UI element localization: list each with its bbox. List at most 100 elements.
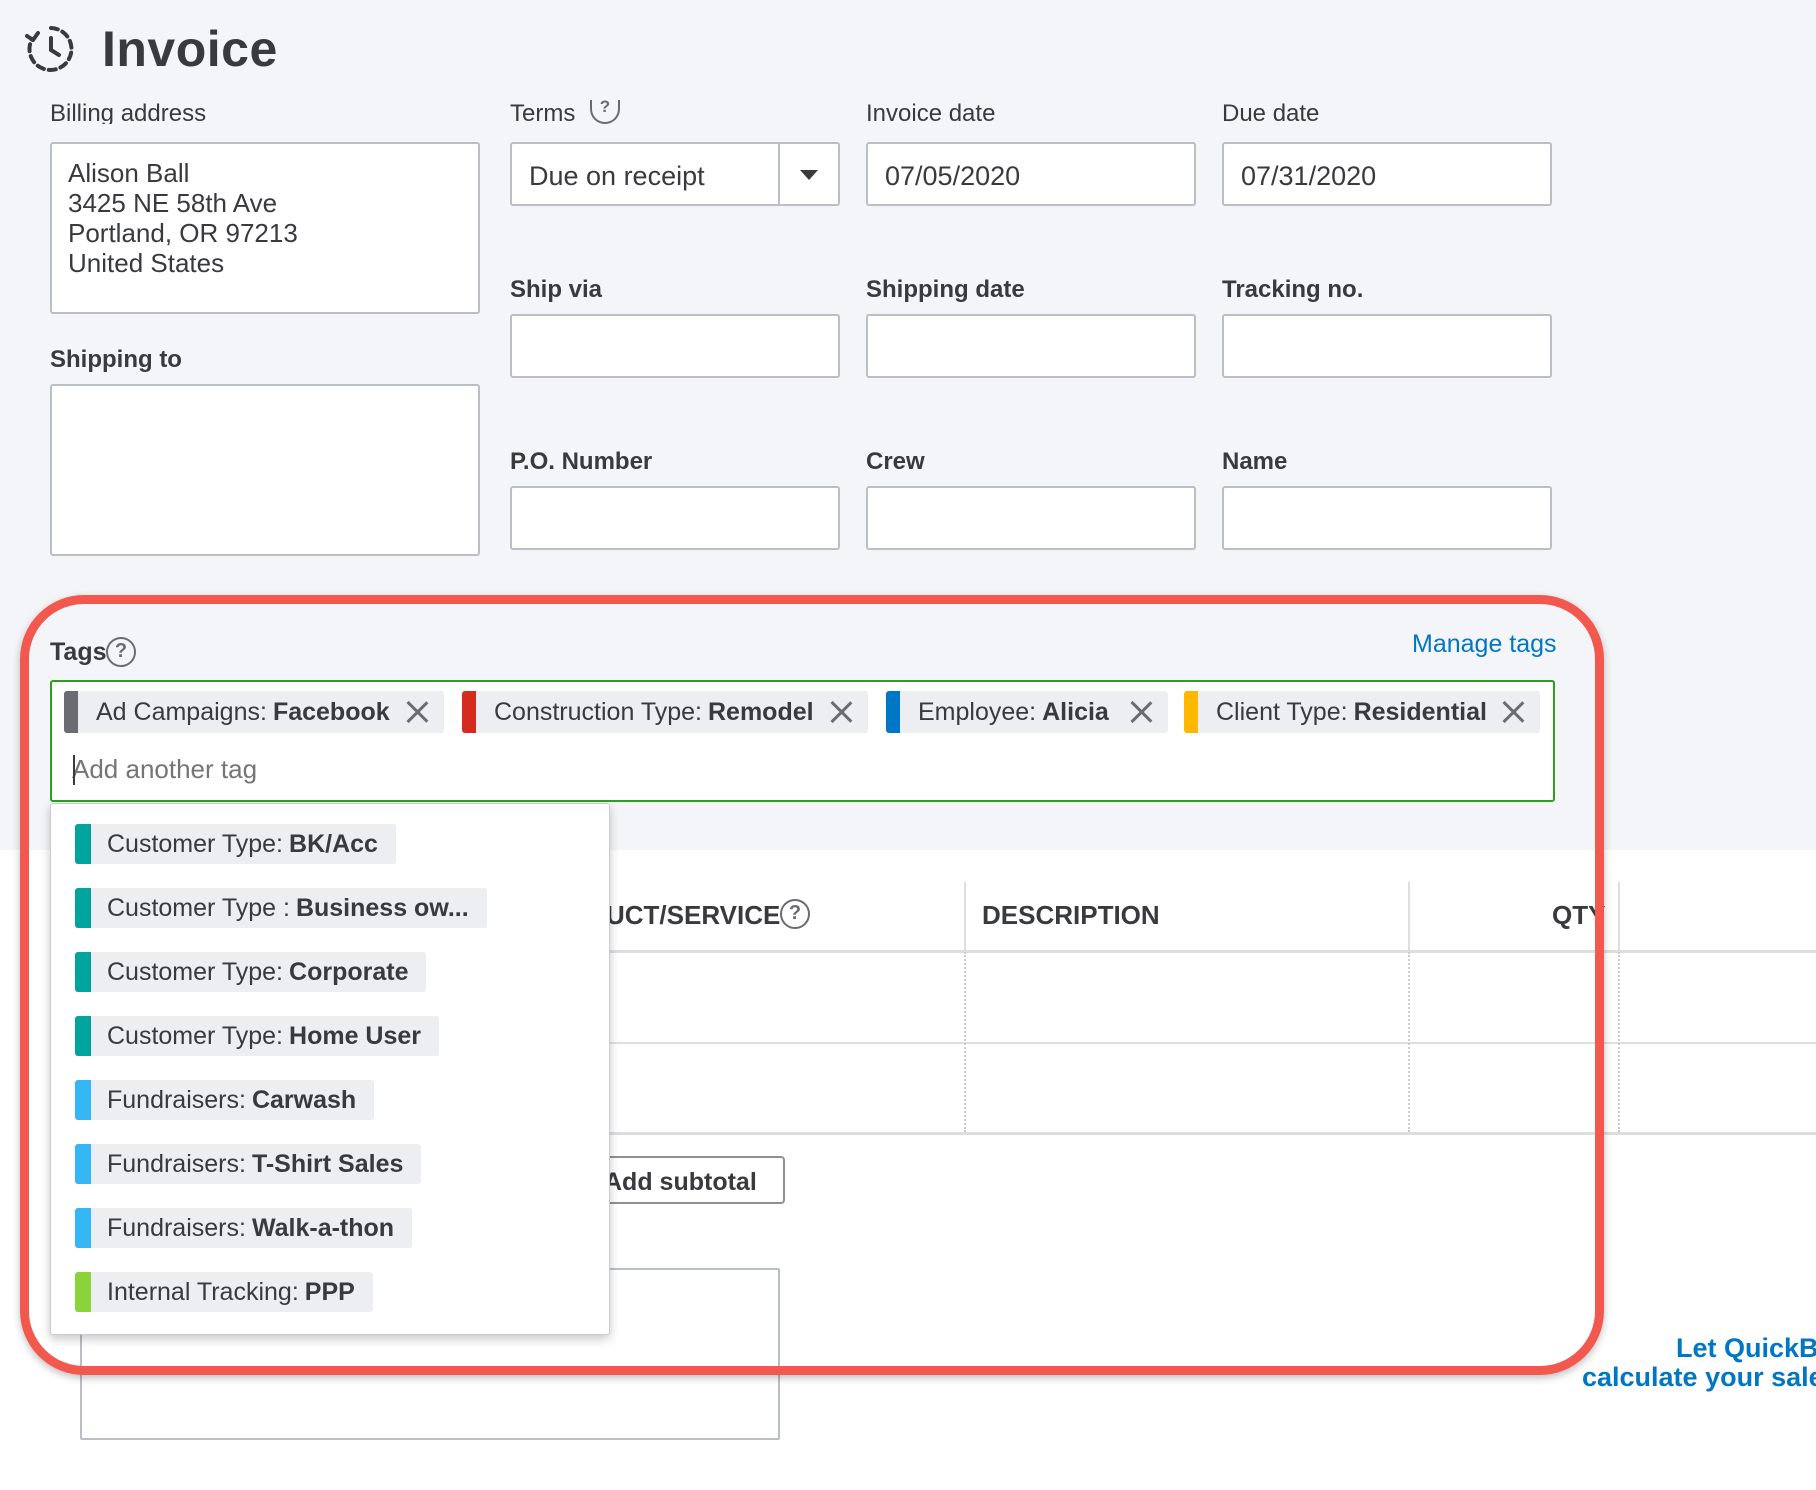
remove-tag-icon[interactable]	[1128, 699, 1154, 725]
column-header-description: DESCRIPTION	[982, 900, 1160, 930]
tag-color-bar	[64, 691, 78, 733]
address-line: 3425 NE 58th Ave	[68, 188, 278, 218]
tag-option[interactable]: Internal Tracking: PPP	[75, 1272, 373, 1312]
tag-color-bar	[462, 691, 476, 733]
po-number-label: P.O. Number	[510, 448, 653, 475]
tag-color-bar	[886, 691, 900, 733]
shipping-date-label: Shipping date	[866, 276, 1025, 303]
tag-option[interactable]: Customer Type : Business ow...	[75, 888, 487, 928]
tag-chip: Employee: Alicia	[886, 691, 1168, 733]
tag-option[interactable]: Customer Type: Corporate	[75, 952, 427, 992]
tag-group: Customer Type :	[107, 893, 290, 922]
due-date-value: 07/31/2020	[1241, 161, 1377, 191]
tag-option[interactable]: Fundraisers: Carwash	[75, 1080, 375, 1120]
column-divider	[1618, 952, 1620, 1132]
tag-color-bar	[75, 1016, 91, 1056]
billing-address-label: Billing address	[50, 100, 207, 124]
tag-option[interactable]: Customer Type: BK/Acc	[75, 824, 396, 864]
tag-value: Corporate	[289, 957, 409, 986]
tag-group: Customer Type:	[107, 957, 284, 986]
tag-color-bar	[75, 952, 91, 992]
tag-value: Remodel	[707, 697, 814, 726]
tag-color-bar	[75, 824, 91, 864]
tag-chip: Client Type: Residential	[1184, 691, 1540, 733]
remove-tag-icon[interactable]	[404, 699, 430, 725]
tag-value: Facebook	[272, 697, 390, 726]
tag-group: Fundraisers:	[107, 1085, 246, 1114]
tag-value: Carwash	[251, 1085, 357, 1114]
column-divider	[964, 952, 966, 1132]
tag-group: Construction Type:	[494, 697, 702, 726]
tag-group: Client Type:	[1216, 697, 1348, 726]
terms-value: Due on receipt	[529, 161, 705, 191]
tag-value: BK/Acc	[289, 829, 378, 858]
page-title: Invoice	[102, 21, 278, 77]
due-date-field[interactable]: 07/31/2020	[1222, 142, 1552, 206]
tag-option[interactable]: Fundraisers: T-Shirt Sales	[75, 1144, 422, 1184]
promo-line: calculate your sale	[1582, 1362, 1816, 1392]
tag-color-bar	[75, 1080, 91, 1120]
ship-via-label: Ship via	[510, 276, 603, 303]
text-caret	[73, 755, 75, 785]
address-line: Alison Ball	[68, 158, 190, 188]
tag-value: Business ow...	[295, 893, 469, 922]
tag-value: T-Shirt Sales	[251, 1149, 404, 1178]
invoice-date-value: 07/05/2020	[885, 161, 1021, 191]
tag-color-bar	[75, 888, 91, 928]
tag-group: Internal Tracking:	[107, 1277, 299, 1306]
shipping-date-field[interactable]	[866, 314, 1196, 378]
table-row-rule	[560, 1132, 1816, 1135]
tag-group: Fundraisers:	[107, 1213, 246, 1242]
tag-color-bar	[1184, 691, 1198, 733]
address-line: United States	[68, 248, 225, 278]
column-divider	[1408, 952, 1410, 1132]
remove-tag-icon[interactable]	[828, 699, 854, 725]
tracking-no-field[interactable]	[1222, 314, 1552, 378]
tag-chip: Construction Type: Remodel	[462, 691, 868, 733]
name-field[interactable]	[1222, 486, 1552, 550]
column-divider	[1408, 882, 1410, 950]
tags-help-icon[interactable]: ?	[106, 637, 136, 667]
sales-tax-promo[interactable]: Let QuickB calculate your sale	[1560, 1334, 1816, 1392]
tag-color-bar	[75, 1272, 91, 1312]
po-number-field[interactable]	[510, 486, 840, 550]
chevron-down-icon[interactable]	[800, 170, 818, 180]
promo-line: Let QuickB	[1676, 1333, 1816, 1363]
tag-value: Home User	[289, 1021, 422, 1050]
add-tag-input[interactable]	[72, 754, 672, 785]
tag-suggestions-dropdown: Customer Type: BK/Acc Customer Type : Busi…	[50, 803, 610, 1335]
tag-group: Employee:	[918, 697, 1037, 726]
manage-tags-link[interactable]: Manage tags	[1412, 630, 1557, 659]
invoice-date-label: Invoice date	[866, 100, 996, 124]
tag-group: Ad Campaigns:	[96, 697, 267, 726]
ship-via-field[interactable]	[510, 314, 840, 378]
recurring-clock-icon	[25, 26, 74, 72]
tracking-no-label: Tracking no.	[1222, 276, 1364, 303]
crew-field[interactable]	[866, 486, 1196, 550]
product-help-icon[interactable]: ?	[780, 899, 810, 929]
tags-label: Tags	[50, 638, 107, 666]
tag-color-bar	[75, 1144, 91, 1184]
add-subtotal-button[interactable]: Add subtotal	[590, 1156, 785, 1204]
invoice-date-field[interactable]: 07/05/2020	[866, 142, 1196, 206]
crew-label: Crew	[866, 448, 925, 475]
tag-group: Fundraisers:	[107, 1149, 246, 1178]
tag-color-bar	[75, 1208, 91, 1248]
tag-value: PPP	[304, 1277, 355, 1306]
tag-value: Alicia	[1042, 697, 1109, 726]
billing-address-field[interactable]: Alison Ball 3425 NE 58th Ave Portland, O…	[50, 142, 480, 314]
terms-select[interactable]: Due on receipt	[510, 142, 840, 206]
tag-group: Customer Type:	[107, 1021, 284, 1050]
shipping-to-field[interactable]	[50, 384, 480, 556]
remove-tag-icon[interactable]	[1500, 699, 1526, 725]
tag-group: Customer Type:	[107, 829, 284, 858]
shipping-to-label: Shipping to	[50, 346, 182, 373]
address-line: Portland, OR 97213	[68, 218, 298, 248]
column-divider	[1618, 882, 1620, 950]
table-header-rule	[560, 950, 1816, 953]
tag-option[interactable]: Fundraisers: Walk-a-thon	[75, 1208, 413, 1248]
due-date-label: Due date	[1222, 100, 1320, 124]
tag-option[interactable]: Customer Type: Home User	[75, 1016, 440, 1056]
tag-value: Walk-a-thon	[251, 1213, 395, 1242]
tags-input-box[interactable]: Ad Campaigns: Facebook Construction Type:…	[50, 680, 1555, 802]
